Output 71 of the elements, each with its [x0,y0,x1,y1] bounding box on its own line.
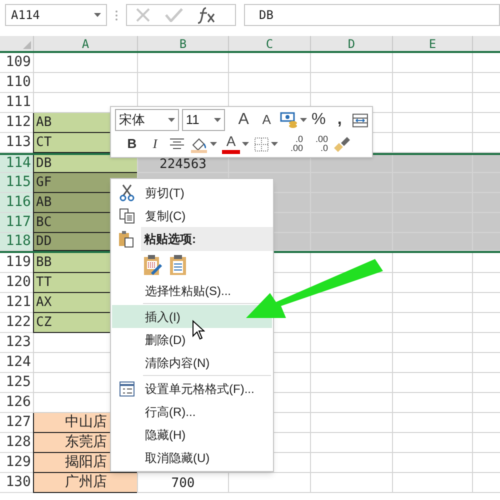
increase-decimal-button[interactable]: .0 .00 [283,135,303,153]
borders-icon[interactable] [254,136,269,152]
menu-section-header: 粘贴选项: [141,227,273,251]
caret-icon[interactable] [242,142,249,146]
table-cell [472,273,500,293]
font-size-field[interactable]: 11 [182,109,225,131]
table-cell [472,93,500,113]
row-header[interactable]: 118 [0,233,33,251]
table-cell [472,333,500,353]
font-color-button[interactable]: A [222,134,240,154]
table-cell [472,433,500,453]
caret-icon[interactable] [271,142,278,146]
format-painter-icon[interactable] [333,135,351,153]
grip-icon [115,10,118,20]
percent-style-button[interactable]: % [310,110,328,130]
format-cells-icon [119,380,135,396]
menu-item[interactable]: 插入(I) [112,305,272,328]
table-cell [472,133,500,153]
menu-item[interactable]: 清除内容(N) [112,351,272,374]
row-header[interactable]: 116 [0,193,33,213]
table-cell [472,293,500,313]
caret-icon[interactable] [210,142,217,146]
row-header[interactable]: 115 [0,173,33,193]
italic-button[interactable]: I [146,134,164,154]
table-cell [472,373,500,393]
paste-icon [118,230,134,248]
column-header[interactable]: A [33,36,137,51]
mouse-cursor-icon [192,320,205,340]
paste-values-icon[interactable] [169,254,187,276]
table-cell [472,155,500,173]
comma-style-button[interactable]: , [330,110,349,130]
paste-formatting-icon[interactable] [143,254,163,276]
table-cell [472,413,500,433]
check-icon[interactable] [165,8,183,22]
row-header[interactable]: 114 [0,155,33,173]
copy-icon [119,208,135,224]
caret-icon[interactable] [168,118,175,122]
row-header[interactable]: 117 [0,213,33,233]
table-cell [472,393,500,413]
increase-font-size-button[interactable]: A [234,110,254,130]
table-cell [472,73,500,93]
caret-icon[interactable] [300,118,307,122]
table-cell [472,253,500,273]
formula-field[interactable]: DB [244,4,500,26]
menu-item[interactable]: 设置单元格格式(F)... [112,377,272,400]
center-align-icon[interactable] [169,138,185,150]
column-header[interactable]: E [392,36,472,51]
table-cell [472,113,500,133]
table-cell: 广州店 [33,473,137,493]
table-cell: 700 [137,473,228,493]
font-name-field[interactable]: 宋体 [115,109,179,131]
scissors-icon [119,184,135,202]
currency-icon[interactable] [280,112,298,128]
table-cell [472,313,500,333]
function-icon[interactable] [197,6,217,24]
caret-icon[interactable] [94,13,101,17]
table-cell [472,53,500,73]
table-cell [472,453,500,473]
column-width-icon[interactable] [352,112,368,128]
name-box[interactable]: A114 [5,4,107,26]
decrease-decimal-button[interactable]: .00 .0 [308,135,328,153]
decrease-font-size-button[interactable]: A [256,110,277,130]
table-cell [472,473,500,493]
column-header[interactable]: B [137,36,228,51]
column-header[interactable]: D [310,36,392,51]
table-cell: DB [33,155,137,173]
fill-color-icon[interactable] [190,136,208,152]
caret-icon[interactable] [214,118,221,122]
column-header[interactable]: C [228,36,310,51]
table-cell [472,233,500,251]
table-cell [472,353,500,373]
